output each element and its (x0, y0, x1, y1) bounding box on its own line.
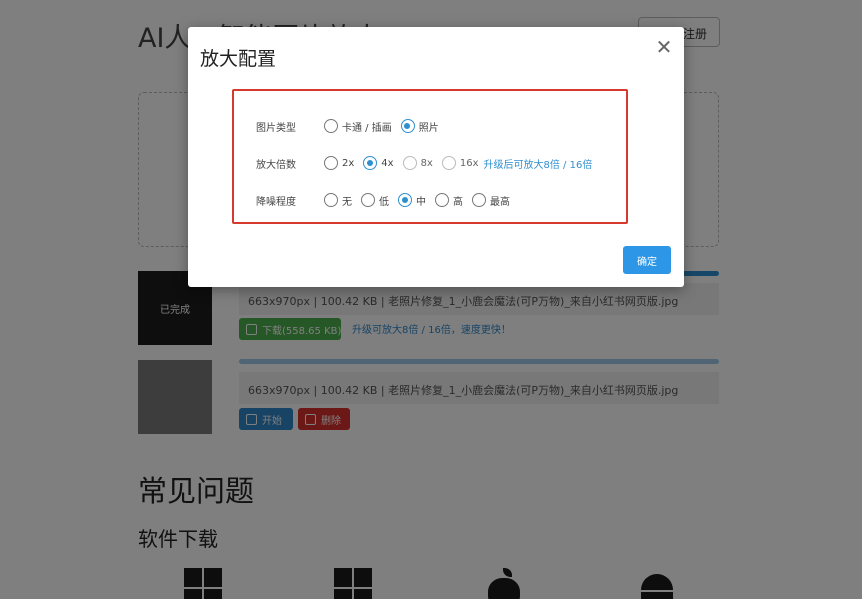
confirm-button[interactable]: 确定 (623, 246, 671, 274)
radio-button[interactable] (324, 119, 338, 133)
radio-type-photo[interactable]: 照片 (400, 119, 439, 134)
radio-button[interactable] (324, 193, 338, 207)
radio-button[interactable] (361, 193, 375, 207)
image-type-label: 图片类型 (256, 122, 296, 134)
upgrade-hint-link[interactable]: 升级后可放大8倍 / 16倍 (484, 156, 593, 171)
radio-button[interactable] (441, 156, 456, 170)
radio-scale-8x[interactable]: 8x (402, 156, 433, 170)
denoise-row: 降噪程度 无 低 中 高 最高 (256, 190, 519, 210)
option-label: 卡通 / 插画 (342, 122, 392, 134)
radio-denoise-medium[interactable]: 中 (398, 193, 426, 208)
option-label: 8x (420, 157, 433, 169)
radio-button[interactable] (435, 193, 449, 207)
scale-label: 放大倍数 (256, 159, 296, 171)
radio-button[interactable] (398, 193, 412, 207)
dialog-title: 放大配置 (200, 48, 277, 70)
zoom-config-dialog: 放大配置 ✕ 图片类型 卡通 / 插画 照片 放大倍数 2x 4x 8x 16x… (188, 27, 684, 287)
radio-denoise-max[interactable]: 最高 (472, 193, 510, 208)
option-label: 照片 (418, 122, 439, 134)
radio-button[interactable] (363, 156, 378, 170)
option-label: 16x (459, 157, 479, 169)
radio-scale-16x[interactable]: 16x (441, 156, 479, 170)
radio-scale-4x[interactable]: 4x (363, 156, 394, 170)
radio-button[interactable] (472, 193, 486, 207)
option-label: 中 (416, 196, 426, 208)
option-label: 最高 (490, 196, 510, 208)
image-type-row: 图片类型 卡通 / 插画 照片 (256, 116, 448, 136)
close-icon[interactable]: ✕ (654, 37, 674, 57)
radio-denoise-low[interactable]: 低 (361, 193, 389, 208)
radio-button[interactable] (400, 119, 415, 133)
radio-scale-2x[interactable]: 2x (324, 156, 354, 170)
option-label: 高 (453, 196, 463, 208)
radio-denoise-none[interactable]: 无 (324, 193, 352, 208)
option-label: 2x (342, 157, 355, 169)
denoise-label: 降噪程度 (256, 196, 296, 208)
radio-type-cartoon[interactable]: 卡通 / 插画 (324, 119, 392, 134)
option-label: 低 (379, 196, 389, 208)
scale-row: 放大倍数 2x 4x 8x 16x 升级后可放大8倍 / 16倍 (256, 153, 592, 173)
radio-denoise-high[interactable]: 高 (435, 193, 463, 208)
option-label: 4x (381, 157, 394, 169)
option-label: 无 (342, 196, 352, 208)
radio-button[interactable] (402, 156, 417, 170)
config-options-panel: 图片类型 卡通 / 插画 照片 放大倍数 2x 4x 8x 16x 升级后可放大… (232, 89, 628, 224)
radio-button[interactable] (324, 156, 338, 170)
